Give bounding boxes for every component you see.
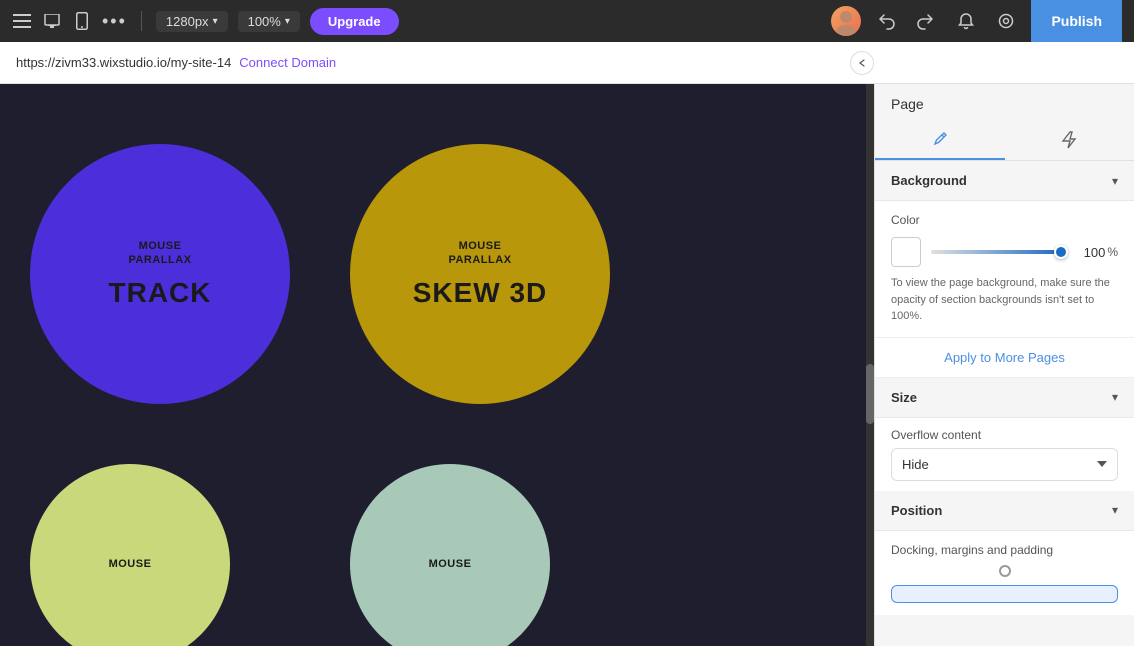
panel-title: Page	[875, 84, 1134, 112]
circle-teal-top-label: MOUSE	[429, 557, 472, 571]
background-section-content: Color % To view the page background, mak…	[875, 201, 1134, 337]
panel-collapse-button[interactable]	[850, 51, 874, 75]
main-content: MOUSE PARALLAX TRACK MOUSE PARALLAX SKEW…	[0, 84, 1134, 646]
properties-panel: Page Background ▾ Color	[874, 84, 1134, 646]
color-label: Color	[891, 213, 1118, 227]
zoom-chevron: ▾	[285, 16, 290, 27]
topbar: ••• 1280px ▾ 100% ▾ Upgrade Publish	[0, 0, 1134, 42]
position-section-content: Docking, margins and padding	[875, 531, 1134, 615]
viewport-selector[interactable]: 1280px ▾	[156, 11, 228, 32]
position-section-header[interactable]: Position ▾	[875, 491, 1134, 531]
opacity-value-container: %	[1071, 245, 1118, 260]
circle-yellow[interactable]: MOUSE PARALLAX SKEW 3D	[350, 144, 610, 404]
circle-yellow-main-label: SKEW 3D	[413, 277, 548, 309]
color-swatch[interactable]	[891, 237, 921, 267]
docking-grid-button[interactable]	[891, 585, 1118, 603]
viewport-value: 1280px	[166, 14, 209, 29]
size-section-header[interactable]: Size ▾	[875, 378, 1134, 418]
circle-green[interactable]: MOUSE	[30, 464, 230, 646]
background-section-header[interactable]: Background ▾	[875, 161, 1134, 201]
size-section-content: Overflow content Hide Show Scroll	[875, 418, 1134, 491]
circle-blue-top-label: MOUSE PARALLAX	[128, 239, 191, 268]
docking-radio[interactable]	[999, 565, 1011, 577]
circle-yellow-top-label: MOUSE PARALLAX	[448, 239, 511, 268]
addressbar-row: https://zivm33.wixstudio.io/my-site-14 C…	[0, 42, 1134, 84]
opacity-thumb	[1054, 245, 1068, 259]
background-hint: To view the page background, make sure t…	[891, 275, 1118, 325]
viewport-chevron: ▾	[213, 16, 218, 27]
circle-blue[interactable]: MOUSE PARALLAX TRACK	[30, 144, 290, 404]
docking-label: Docking, margins and padding	[891, 543, 1118, 557]
site-url: https://zivm33.wixstudio.io/my-site-14	[16, 55, 231, 70]
color-row: %	[891, 237, 1118, 267]
apply-to-more-pages-button[interactable]: Apply to More Pages	[875, 337, 1134, 378]
opacity-unit: %	[1107, 245, 1118, 259]
scrollbar-thumb[interactable]	[866, 364, 874, 424]
overflow-select[interactable]: Hide Show Scroll	[891, 448, 1118, 481]
zoom-selector[interactable]: 100% ▾	[238, 11, 300, 32]
design-tab[interactable]	[875, 120, 1005, 160]
lightning-tab[interactable]	[1005, 120, 1134, 160]
circle-teal[interactable]: MOUSE	[350, 464, 550, 646]
opacity-track	[931, 250, 1061, 254]
notifications-button[interactable]	[951, 6, 981, 36]
panel-tabs	[875, 120, 1134, 161]
opacity-input[interactable]	[1071, 245, 1105, 260]
canvas-scrollbar[interactable]	[866, 84, 874, 646]
divider	[141, 11, 142, 31]
connect-domain-button[interactable]: Connect Domain	[239, 55, 336, 70]
position-chevron: ▾	[1112, 503, 1118, 517]
avatar[interactable]	[831, 6, 861, 36]
background-chevron: ▾	[1112, 174, 1118, 188]
zoom-value: 100%	[248, 14, 281, 29]
circle-green-top-label: MOUSE	[109, 557, 152, 571]
opacity-slider[interactable]	[931, 237, 1061, 267]
circle-blue-main-label: TRACK	[109, 277, 212, 309]
publish-button[interactable]: Publish	[1031, 0, 1122, 42]
upgrade-button[interactable]: Upgrade	[310, 8, 399, 35]
docking-radio-row	[891, 565, 1118, 577]
redo-button[interactable]	[911, 6, 941, 36]
size-chevron: ▾	[1112, 390, 1118, 404]
addressbar: https://zivm33.wixstudio.io/my-site-14 C…	[0, 42, 874, 83]
menu-icon[interactable]	[12, 11, 32, 31]
undo-button[interactable]	[871, 6, 901, 36]
position-title: Position	[891, 503, 942, 518]
preview-icon[interactable]	[42, 11, 62, 31]
size-title: Size	[891, 390, 917, 405]
more-options-button[interactable]: •••	[102, 11, 127, 32]
overflow-label: Overflow content	[891, 428, 1118, 442]
canvas[interactable]: MOUSE PARALLAX TRACK MOUSE PARALLAX SKEW…	[0, 84, 874, 646]
background-title: Background	[891, 173, 967, 188]
mobile-icon[interactable]	[72, 11, 92, 31]
preview-view-button[interactable]	[991, 6, 1021, 36]
